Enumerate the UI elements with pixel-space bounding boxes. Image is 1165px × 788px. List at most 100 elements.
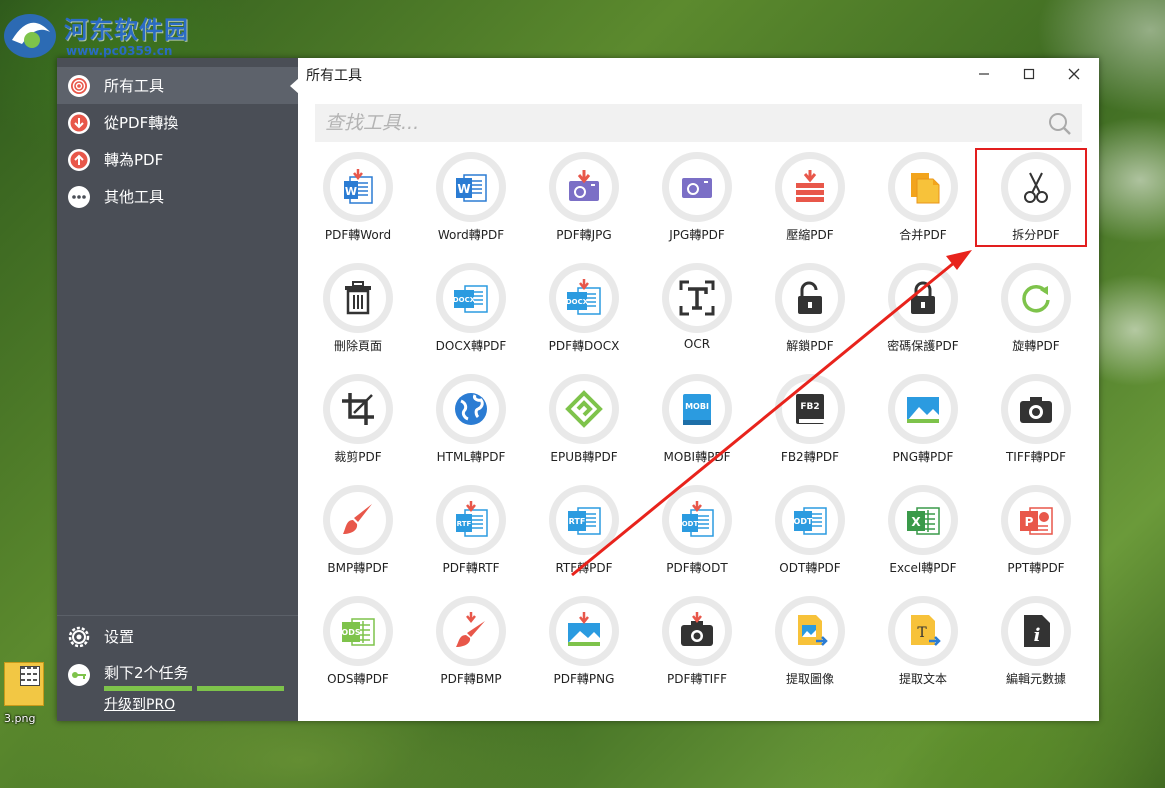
ocr-icon [669, 270, 725, 326]
tool-icon-circle [888, 263, 958, 333]
tool-item[interactable]: 裁剪PDF [302, 372, 414, 476]
tool-item[interactable]: DOCX DOCX轉PDF [415, 261, 527, 365]
tool-label: 提取圖像 [785, 672, 834, 686]
tool-item[interactable]: EPUB轉PDF [528, 372, 640, 476]
tool-icon-circle [436, 596, 506, 666]
tool-item[interactable]: 旋轉PDF [980, 261, 1092, 365]
tool-label: 裁剪PDF [334, 450, 382, 464]
unlock-icon [782, 270, 838, 326]
extract-text-icon: T [895, 603, 951, 659]
tool-item[interactable]: FB2 FB2轉PDF [754, 372, 866, 476]
tool-item[interactable]: HTML轉PDF [415, 372, 527, 476]
tool-item[interactable]: X Excel轉PDF [867, 483, 979, 587]
tool-icon-circle: ODT [662, 485, 732, 555]
tool-label: 旋轉PDF [1012, 339, 1060, 353]
mobi-icon: MOBI [669, 381, 725, 437]
svg-text:DOCX: DOCX [566, 298, 589, 306]
pdf-to-word-icon: W [330, 159, 386, 215]
svg-text:P: P [1025, 515, 1034, 529]
pdf-to-docx-icon: DOCX [556, 270, 612, 326]
settings-button[interactable]: 设置 [57, 618, 298, 655]
gear-icon [68, 626, 90, 648]
pdf-to-rtf-icon: RTF [443, 492, 499, 548]
tool-icon-circle [1001, 374, 1071, 444]
search-bar [315, 104, 1082, 142]
tool-item[interactable]: PDF轉BMP [415, 594, 527, 698]
tool-label: 密碼保護PDF [887, 339, 959, 353]
maximize-button[interactable] [1011, 62, 1047, 86]
tool-item[interactable]: PDF轉PNG [528, 594, 640, 698]
sidebar-item-all-tools[interactable]: 所有工具 [57, 67, 299, 104]
tool-item[interactable]: DOCX PDF轉DOCX [528, 261, 640, 365]
tool-item[interactable]: BMP轉PDF [302, 483, 414, 587]
tool-icon-circle [888, 152, 958, 222]
sidebar-item-to-pdf[interactable]: 轉為PDF [57, 141, 298, 178]
tool-item[interactable]: 壓縮PDF [754, 150, 866, 254]
tool-icon-circle: W [436, 152, 506, 222]
svg-text:W: W [457, 182, 470, 196]
upgrade-pro-link[interactable]: 升级到PRO [104, 694, 175, 714]
tool-item[interactable]: 拆分PDF [980, 150, 1092, 254]
tool-item[interactable]: RTF RTF轉PDF [528, 483, 640, 587]
tool-item[interactable]: JPG轉PDF [641, 150, 753, 254]
desktop-file-icon[interactable]: 3.png [0, 660, 50, 730]
sidebar-item-from-pdf[interactable]: 從PDF轉換 [57, 104, 298, 141]
sidebar-item-other-tools[interactable]: 其他工具 [57, 178, 298, 215]
pdf-to-tiff-icon [669, 603, 725, 659]
tool-item[interactable]: W Word轉PDF [415, 150, 527, 254]
tool-item[interactable]: 刪除頁面 [302, 261, 414, 365]
tool-item[interactable]: OCR [641, 261, 753, 365]
tool-item[interactable]: MOBI MOBI轉PDF [641, 372, 753, 476]
tool-icon-circle [549, 152, 619, 222]
tool-item[interactable]: PDF轉TIFF [641, 594, 753, 698]
tool-label: ODT轉PDF [779, 561, 841, 575]
tool-item[interactable]: PDF轉JPG [528, 150, 640, 254]
tool-item[interactable]: 密碼保護PDF [867, 261, 979, 365]
tool-icon-circle [775, 152, 845, 222]
tool-item[interactable]: i 編輯元數據 [980, 594, 1092, 698]
tool-item[interactable]: 合并PDF [867, 150, 979, 254]
tool-label: 刪除頁面 [333, 339, 382, 353]
minimize-button[interactable] [966, 62, 1002, 86]
tool-label: OCR [683, 337, 711, 351]
tool-label: PDF轉ODT [666, 561, 728, 575]
scissors-icon [1008, 159, 1064, 215]
tool-icon-circle: RTF [436, 485, 506, 555]
tool-item[interactable]: ODS ODS轉PDF [302, 594, 414, 698]
svg-text:FB2: FB2 [800, 402, 819, 412]
tool-item[interactable]: ODT PDF轉ODT [641, 483, 753, 587]
sidebar-item-label: 從PDF轉換 [104, 114, 179, 132]
tool-item[interactable]: 提取圖像 [754, 594, 866, 698]
tool-item[interactable]: TIFF轉PDF [980, 372, 1092, 476]
tool-item[interactable]: RTF PDF轉RTF [415, 483, 527, 587]
tool-icon-circle [888, 374, 958, 444]
pdf-to-odt-icon: ODT [669, 492, 725, 548]
tool-item[interactable]: PNG轉PDF [867, 372, 979, 476]
file-thumbnail [4, 662, 44, 706]
tool-icon-circle: P [1001, 485, 1071, 555]
tool-label: JPG轉PDF [669, 228, 725, 242]
tool-label: 拆分PDF [1012, 228, 1060, 242]
tool-item[interactable]: W PDF轉Word [302, 150, 414, 254]
epub-icon [556, 381, 612, 437]
tool-label: PDF轉RTF [442, 561, 500, 575]
watermark-url: www.pc0359.cn [66, 44, 173, 58]
tool-item[interactable]: T 提取文本 [867, 594, 979, 698]
tool-label: RTF轉PDF [555, 561, 613, 575]
search-icon[interactable] [1048, 112, 1072, 136]
svg-text:MOBI: MOBI [685, 402, 709, 411]
tool-item[interactable]: P PPT轉PDF [980, 483, 1092, 587]
extract-image-icon [782, 603, 838, 659]
rtf-icon: RTF [556, 492, 612, 548]
watermark-title: 河东软件园 [64, 15, 189, 44]
tool-icon-circle: W [323, 152, 393, 222]
tool-label: 壓縮PDF [786, 228, 834, 242]
jpg-icon [669, 159, 725, 215]
tool-item[interactable]: ODT ODT轉PDF [754, 483, 866, 587]
close-button[interactable] [1056, 62, 1092, 86]
tool-icon-circle [775, 596, 845, 666]
pdf-to-png-icon [556, 603, 612, 659]
tool-label: DOCX轉PDF [435, 339, 507, 353]
search-input[interactable] [315, 104, 1035, 142]
tool-item[interactable]: 解鎖PDF [754, 261, 866, 365]
